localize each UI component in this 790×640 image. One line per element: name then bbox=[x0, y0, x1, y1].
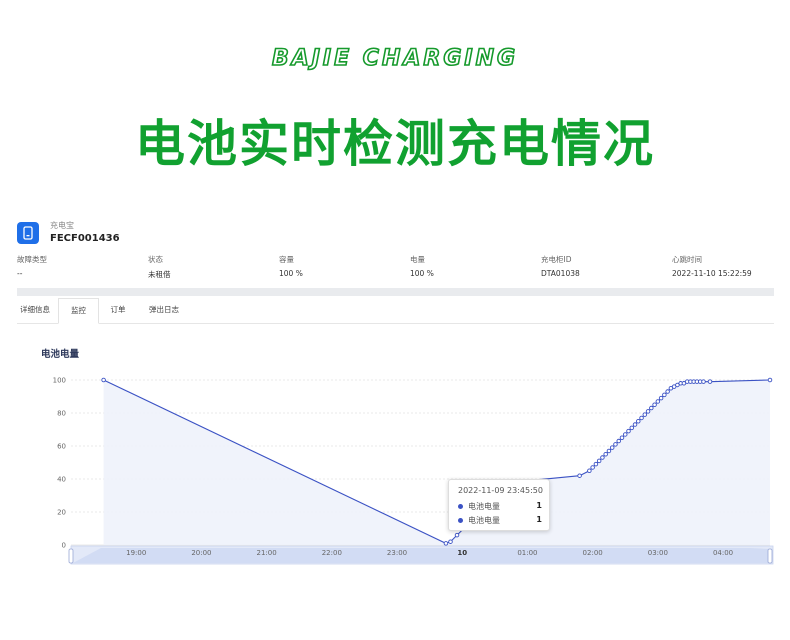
data-point bbox=[636, 419, 641, 424]
y-tick-label: 60 bbox=[57, 443, 66, 451]
data-point bbox=[616, 438, 621, 444]
y-tick-label: 40 bbox=[57, 476, 66, 484]
data-point bbox=[577, 473, 582, 478]
data-point bbox=[632, 422, 638, 427]
data-point bbox=[639, 415, 644, 421]
data-point bbox=[707, 379, 713, 384]
data-point bbox=[767, 377, 773, 383]
x-tick-label: 02:00 bbox=[583, 549, 603, 557]
data-point bbox=[645, 409, 651, 414]
data-point bbox=[596, 458, 602, 464]
data-point bbox=[101, 377, 106, 383]
x-tick-label: 22:00 bbox=[322, 549, 342, 557]
y-tick-label: 80 bbox=[57, 410, 66, 418]
data-point bbox=[603, 452, 608, 457]
tooltip-series-name: 电池电量 bbox=[468, 502, 500, 511]
battery-chart: 0 20 40 60 80 100 19:00 20:00 21:00 22:00 23:00 10 0… bbox=[53, 377, 774, 565]
data-point bbox=[701, 379, 706, 384]
data-point bbox=[629, 425, 635, 431]
data-point bbox=[443, 541, 449, 546]
y-tick-label: 100 bbox=[53, 377, 66, 385]
data-point bbox=[622, 432, 628, 437]
x-tick-label: 23:00 bbox=[387, 549, 407, 557]
data-point bbox=[609, 445, 615, 450]
data-point bbox=[600, 455, 605, 460]
data-point bbox=[606, 448, 612, 454]
data-point bbox=[448, 539, 453, 544]
data-point bbox=[626, 428, 631, 434]
data-point bbox=[587, 468, 592, 474]
y-tick-label: 20 bbox=[57, 509, 66, 517]
data-point bbox=[642, 412, 648, 417]
tooltip-series-name: 电池电量 bbox=[468, 516, 500, 525]
data-point bbox=[649, 405, 654, 411]
tooltip-time: 2022-11-09 23:45:50 bbox=[458, 486, 543, 495]
x-tick-label: 21:00 bbox=[257, 549, 277, 557]
data-point bbox=[619, 435, 625, 441]
data-point bbox=[593, 461, 599, 467]
x-tick-label: 10 bbox=[457, 549, 467, 557]
tooltip-value: 1 bbox=[536, 501, 542, 510]
x-tick-label: 03:00 bbox=[648, 549, 668, 557]
zoom-handle-right bbox=[767, 548, 773, 564]
x-tick-label: 19:00 bbox=[126, 549, 146, 557]
tooltip-value: 1 bbox=[536, 515, 542, 524]
chart-tooltip: 2022-11-09 23:45:50 电池电量 1 电池电量 1 bbox=[448, 479, 550, 531]
series-dot-icon bbox=[458, 504, 463, 509]
x-tick-label: 01:00 bbox=[517, 549, 537, 557]
data-point bbox=[590, 465, 595, 470]
x-tick-label: 20:00 bbox=[191, 549, 211, 557]
data-point bbox=[454, 532, 460, 538]
series-area bbox=[103, 380, 771, 545]
zoom-handle-left bbox=[68, 548, 74, 564]
data-point bbox=[662, 392, 667, 398]
data-point bbox=[665, 389, 670, 394]
series-dot-icon bbox=[458, 518, 463, 523]
x-tick-label: 04:00 bbox=[713, 549, 733, 557]
tooltip-row: 电池电量 1 bbox=[458, 501, 542, 513]
data-point bbox=[652, 402, 657, 408]
y-tick-label: 0 bbox=[62, 542, 66, 550]
tooltip-row: 电池电量 1 bbox=[458, 515, 542, 527]
data-point bbox=[655, 399, 661, 404]
data-point bbox=[613, 442, 618, 447]
data-point bbox=[658, 395, 664, 401]
